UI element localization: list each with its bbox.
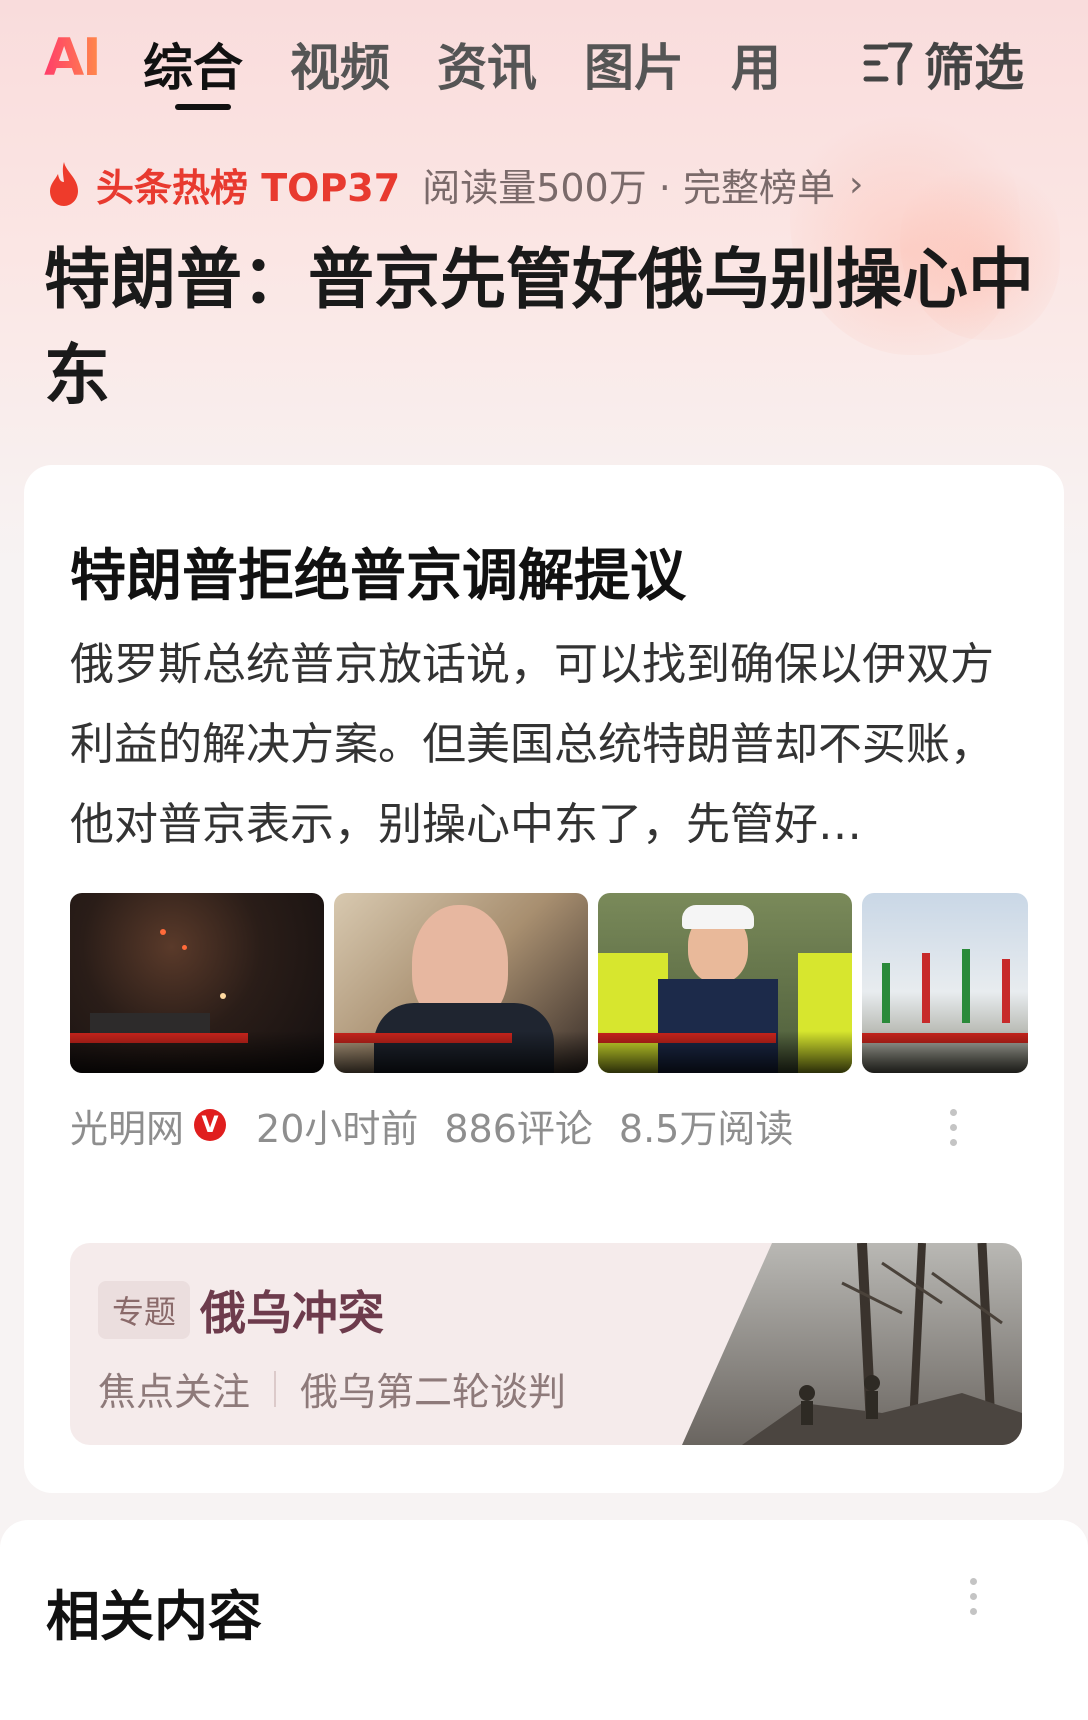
- read-count: 8.5万阅读: [618, 1106, 794, 1151]
- more-options-icon[interactable]: [970, 1578, 978, 1623]
- more-options-icon[interactable]: [950, 1109, 958, 1154]
- thumbnail-flags[interactable]: [862, 893, 1028, 1073]
- filter-label: 筛选: [924, 39, 1024, 97]
- article-meta: 光明网 V 20小时前 886评论 8.5万阅读: [70, 1095, 793, 1155]
- tab-news[interactable]: 资讯: [437, 28, 537, 100]
- related-section: 相关内容: [0, 1520, 1088, 1720]
- tab-users[interactable]: 用: [731, 28, 781, 100]
- article-summary: 俄罗斯总统普京放话说，可以找到确保以伊双方利益的解决方案。但美国总统特朗普却不买…: [70, 639, 994, 850]
- hot-headline[interactable]: 特朗普：普京先管好俄乌别操心中东: [44, 232, 1044, 424]
- chevron-right-icon: ›: [848, 163, 864, 205]
- filter-button[interactable]: 筛选: [862, 28, 1024, 100]
- tab-comprehensive[interactable]: 综合: [143, 28, 243, 100]
- active-tab-indicator: [175, 104, 231, 110]
- topic-photo: [682, 1243, 1022, 1445]
- hot-list-meta: 阅读量500万 · 完整榜单: [422, 165, 835, 210]
- ai-tab[interactable]: AI: [44, 28, 102, 88]
- source-name[interactable]: 光明网: [70, 1098, 184, 1153]
- fire-icon: [50, 162, 78, 206]
- topic-link-talks[interactable]: 俄乌第二轮谈判: [300, 1361, 566, 1416]
- topic-tag: 专题: [98, 1281, 191, 1339]
- hot-list-title: 头条热榜 TOP37: [96, 165, 401, 210]
- news-card[interactable]: 特朗普拒绝普京调解提议 俄罗斯总统普京放话说，可以找到确保以伊双方利益的解决方案…: [24, 465, 1064, 1493]
- top-nav: AI 综合 视频 资讯 图片 用 筛选: [0, 18, 1088, 110]
- tab-video[interactable]: 视频: [290, 28, 390, 100]
- hot-list-bar[interactable]: 头条热榜 TOP37 阅读量500万 · 完整榜单 ›: [44, 158, 863, 210]
- related-title: 相关内容: [46, 1585, 262, 1648]
- thumbnail-strip: [70, 893, 1028, 1073]
- comment-count: 886评论: [444, 1106, 593, 1151]
- publish-time: 20小时前: [256, 1106, 419, 1151]
- tab-images[interactable]: 图片: [584, 28, 684, 100]
- filter-icon: [863, 42, 913, 86]
- topic-name: 俄乌冲突: [200, 1286, 384, 1340]
- topic-card[interactable]: 专题 俄乌冲突 焦点关注 俄乌第二轮谈判: [70, 1243, 1022, 1445]
- article-title[interactable]: 特朗普拒绝普京调解提议: [70, 531, 686, 612]
- verified-badge-icon: V: [194, 1109, 227, 1141]
- divider: [274, 1370, 277, 1407]
- topic-link-focus[interactable]: 焦点关注: [98, 1361, 250, 1416]
- thumbnail-trump[interactable]: [598, 893, 852, 1073]
- thumbnail-night-strike[interactable]: [70, 893, 324, 1073]
- thumbnail-putin[interactable]: [334, 893, 588, 1073]
- topic-links: 焦点关注 俄乌第二轮谈判: [98, 1361, 566, 1416]
